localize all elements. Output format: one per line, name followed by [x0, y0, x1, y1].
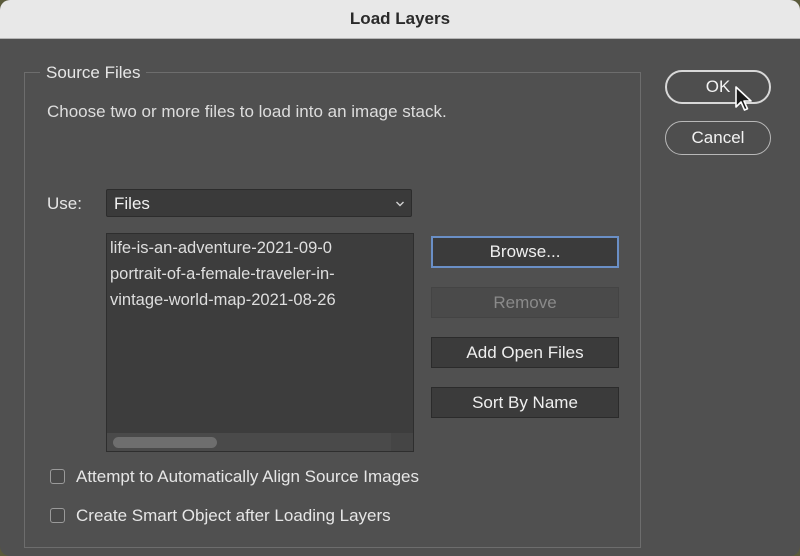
- chevron-down-icon: [396, 201, 404, 207]
- smart-object-checkbox[interactable]: [50, 508, 65, 523]
- auto-align-checkbox[interactable]: [50, 469, 65, 484]
- load-layers-dialog: Load Layers Source Files Choose two or m…: [0, 0, 800, 556]
- horizontal-scrollbar[interactable]: [107, 433, 413, 451]
- remove-button-label: Remove: [493, 293, 557, 312]
- file-list-item[interactable]: portrait-of-a-female-traveler-in-: [110, 265, 393, 284]
- file-list-item[interactable]: life-is-an-adventure-2021-09-0: [110, 239, 393, 258]
- sort-by-name-button[interactable]: Sort By Name: [431, 387, 619, 418]
- source-files-label: Source Files: [40, 63, 147, 83]
- remove-button[interactable]: Remove: [431, 287, 619, 318]
- sort-by-name-label: Sort By Name: [472, 393, 578, 412]
- browse-button-label: Browse...: [489, 242, 561, 261]
- ok-button-label: OK: [705, 77, 731, 96]
- file-list-item[interactable]: vintage-world-map-2021-08-26: [110, 291, 393, 310]
- cancel-button-label: Cancel: [691, 128, 745, 147]
- scroll-corner: [391, 433, 413, 451]
- smart-object-label[interactable]: Create Smart Object after Loading Layers: [76, 506, 391, 526]
- source-files-description: Choose two or more files to load into an…: [47, 102, 447, 121]
- dialog-title: Load Layers: [0, 0, 800, 39]
- auto-align-label[interactable]: Attempt to Automatically Align Source Im…: [76, 467, 419, 487]
- mouse-pointer-icon: [735, 86, 752, 111]
- add-open-files-button[interactable]: Add Open Files: [431, 337, 619, 368]
- scrollbar-thumb[interactable]: [113, 437, 217, 448]
- use-label: Use:: [47, 194, 82, 213]
- file-list[interactable]: life-is-an-adventure-2021-09-0 portrait-…: [106, 233, 414, 452]
- add-open-files-label: Add Open Files: [466, 343, 584, 362]
- ok-button[interactable]: OK: [665, 70, 771, 104]
- cancel-button[interactable]: Cancel: [665, 121, 771, 155]
- browse-button[interactable]: Browse...: [431, 236, 619, 268]
- use-dropdown-value: Files: [114, 194, 150, 213]
- use-dropdown[interactable]: Files: [106, 189, 412, 217]
